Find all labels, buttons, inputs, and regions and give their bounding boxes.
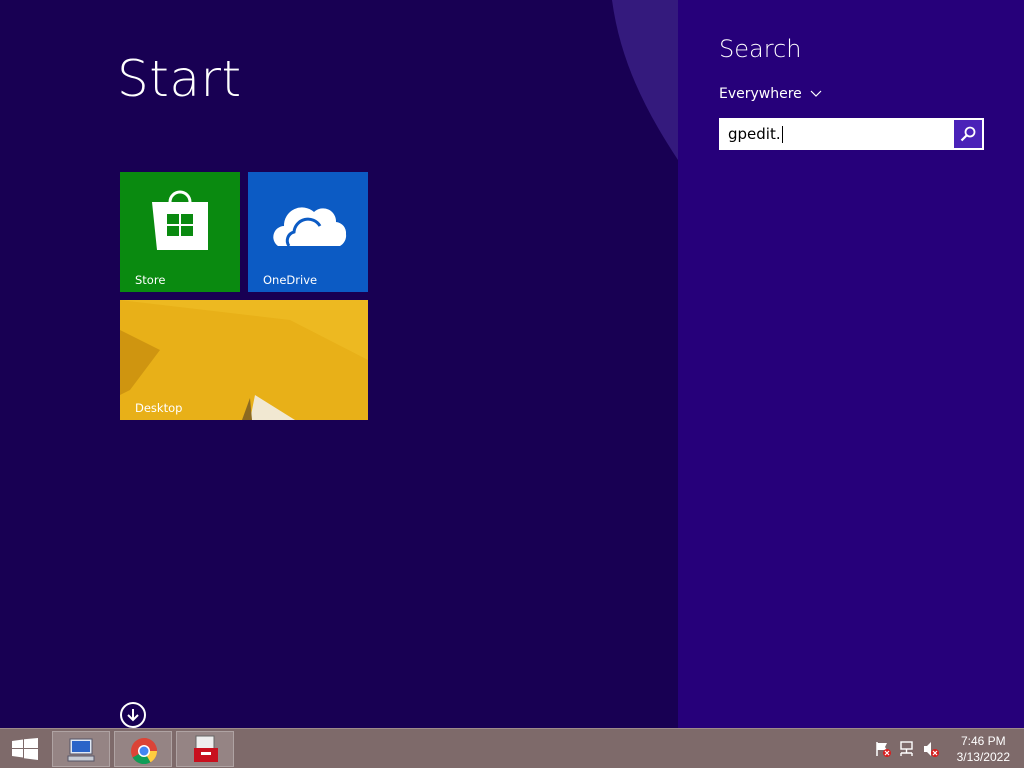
arrow-down-icon [127,709,139,722]
search-box[interactable]: gpedit. [719,118,984,150]
chrome-icon [131,738,158,765]
toolbox-icon [194,735,218,762]
tile-store-label: Store [135,273,166,287]
cloud-icon [273,207,347,247]
taskbar-app-network[interactable] [52,731,110,767]
chevron-down-icon [810,90,822,97]
taskbar: 7:46 PM 3/13/2022 [0,728,1024,768]
search-input[interactable]: gpedit. [728,125,783,143]
search-button[interactable] [954,120,982,148]
tile-store[interactable]: Store [120,172,240,292]
network-icon[interactable] [898,740,916,758]
search-query-text: gpedit. [728,125,781,143]
search-pane: Search Everywhere gpedit. [678,0,1024,728]
taskbar-app-chrome[interactable] [114,731,172,767]
search-scope-dropdown[interactable]: Everywhere [719,86,822,102]
start-title: Start [117,50,242,108]
speaker-muted-icon[interactable] [922,740,940,758]
tile-onedrive[interactable]: OneDrive [248,172,368,292]
action-center-flag-icon[interactable] [874,740,892,758]
search-title: Search [719,35,802,63]
start-screen: Start Store OneDrive Desktop [0,0,678,728]
network-computer-icon [67,738,95,762]
tile-desktop-label: Desktop [135,401,183,415]
clock-date: 3/13/2022 [956,750,1010,764]
windows-logo-icon [12,738,38,760]
store-bag-icon [152,190,208,250]
tile-onedrive-label: OneDrive [263,273,318,287]
taskbar-clock[interactable]: 7:46 PM 3/13/2022 [957,733,1010,765]
magnifier-icon [960,126,976,142]
text-caret [781,126,783,143]
start-button[interactable] [0,729,50,768]
all-apps-arrow-button[interactable] [120,702,146,728]
taskbar-app-toolbox[interactable] [176,731,234,767]
search-scope-label: Everywhere [719,86,802,102]
clock-time: 7:46 PM [960,734,1006,748]
tile-desktop[interactable]: Desktop [120,300,368,420]
